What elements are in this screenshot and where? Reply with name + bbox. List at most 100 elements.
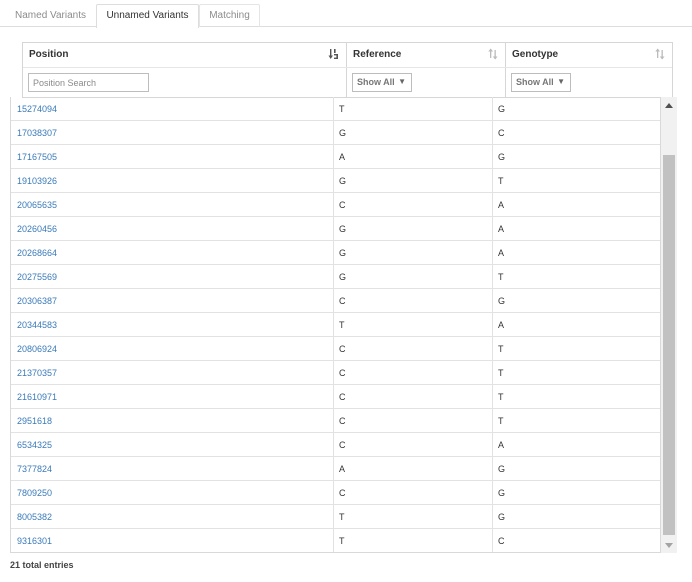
reference-filter-select[interactable]: Show All ▼ bbox=[352, 73, 412, 92]
position-link[interactable]: 21370357 bbox=[17, 361, 57, 385]
genotype-cell: T bbox=[498, 416, 504, 426]
reference-cell: C bbox=[339, 200, 346, 210]
table-row: 17167505 A G bbox=[11, 145, 660, 169]
reference-cell: T bbox=[339, 320, 345, 330]
genotype-cell: G bbox=[498, 152, 506, 162]
reference-cell: G bbox=[339, 224, 347, 234]
reference-cell: A bbox=[339, 152, 346, 162]
position-link[interactable]: 6534325 bbox=[17, 433, 52, 457]
genotype-cell: G bbox=[498, 104, 506, 114]
table-header: Position Reference Genotype Position Sea… bbox=[22, 42, 673, 98]
genotype-cell: T bbox=[498, 368, 504, 378]
table-row: 15274094 T G bbox=[11, 97, 660, 121]
table-row: 21610971 C T bbox=[11, 385, 660, 409]
genotype-cell: G bbox=[498, 464, 506, 474]
genotype-cell: G bbox=[498, 488, 506, 498]
sort-icon[interactable] bbox=[487, 48, 499, 60]
table-row: 20260456 G A bbox=[11, 217, 660, 241]
column-header-reference[interactable]: Reference bbox=[347, 43, 506, 67]
position-link[interactable]: 20806924 bbox=[17, 337, 57, 361]
position-link[interactable]: 17167505 bbox=[17, 145, 57, 169]
genotype-cell: A bbox=[498, 440, 505, 450]
reference-cell: A bbox=[339, 464, 346, 474]
genotype-cell: T bbox=[498, 344, 504, 354]
column-label: Position bbox=[29, 49, 69, 60]
position-link[interactable]: 19103926 bbox=[17, 169, 57, 193]
triangle-up-icon bbox=[665, 103, 673, 108]
position-link[interactable]: 20344583 bbox=[17, 313, 57, 337]
reference-cell: C bbox=[339, 416, 346, 426]
genotype-filter-select[interactable]: Show All ▼ bbox=[511, 73, 571, 92]
position-link[interactable]: 2951618 bbox=[17, 409, 52, 433]
filter-cell-position bbox=[23, 68, 347, 98]
filter-cell-reference: Show All ▼ bbox=[347, 68, 506, 98]
table-row: 6534325 C A bbox=[11, 433, 660, 457]
column-divider bbox=[492, 97, 493, 552]
sort-icon[interactable] bbox=[654, 48, 666, 60]
tab-matching[interactable]: Matching bbox=[199, 4, 260, 27]
table-row: 21370357 C T bbox=[11, 361, 660, 385]
genotype-cell: G bbox=[498, 296, 506, 306]
reference-cell: C bbox=[339, 296, 346, 306]
reference-cell: T bbox=[339, 104, 345, 114]
column-label: Reference bbox=[353, 49, 402, 60]
table-row: 20306387 C G bbox=[11, 289, 660, 313]
tab-bar: Named Variants Unnamed Variants Matching bbox=[0, 0, 692, 28]
tab-named-variants[interactable]: Named Variants bbox=[5, 4, 96, 27]
total-entries-label: 21 total entries bbox=[10, 560, 74, 570]
column-divider bbox=[333, 97, 334, 552]
genotype-cell: C bbox=[498, 128, 505, 138]
position-link[interactable]: 20268664 bbox=[17, 241, 57, 265]
reference-cell: C bbox=[339, 488, 346, 498]
scroll-up-button[interactable] bbox=[661, 97, 677, 113]
position-link[interactable]: 7377824 bbox=[17, 457, 52, 481]
table-row: 20275569 G T bbox=[11, 265, 660, 289]
position-link[interactable]: 9316301 bbox=[17, 529, 52, 552]
table-body: 9316301 T C 8005382 T G 7809250 C G 7377824 A G 6534… bbox=[10, 97, 661, 553]
position-link[interactable]: 7809250 bbox=[17, 481, 52, 505]
table-row: 17038307 G C bbox=[11, 121, 660, 145]
table-row: 20806924 C T bbox=[11, 337, 660, 361]
sort-numeric-asc-icon[interactable] bbox=[328, 48, 340, 60]
position-link[interactable]: 17038307 bbox=[17, 121, 57, 145]
genotype-cell: T bbox=[498, 176, 504, 186]
filter-cell-genotype: Show All ▼ bbox=[506, 68, 672, 98]
chevron-down-icon: ▼ bbox=[557, 77, 565, 86]
genotype-cell: C bbox=[498, 536, 505, 546]
table-row: 7377824 A G bbox=[11, 457, 660, 481]
scroll-down-button[interactable] bbox=[661, 537, 677, 553]
vertical-scrollbar[interactable] bbox=[661, 97, 677, 553]
column-header-position[interactable]: Position bbox=[23, 43, 347, 67]
position-link[interactable]: 20260456 bbox=[17, 217, 57, 241]
table-row: 7809250 C G bbox=[11, 481, 660, 505]
reference-cell: G bbox=[339, 176, 347, 186]
table-row: 20065635 C A bbox=[11, 193, 660, 217]
reference-cell: G bbox=[339, 272, 347, 282]
scrollbar-thumb[interactable] bbox=[663, 155, 675, 535]
column-header-genotype[interactable]: Genotype bbox=[506, 43, 672, 67]
genotype-cell: T bbox=[498, 392, 504, 402]
position-link[interactable]: 20306387 bbox=[17, 289, 57, 313]
reference-cell: C bbox=[339, 392, 346, 402]
reference-cell: C bbox=[339, 440, 346, 450]
genotype-cell: A bbox=[498, 200, 505, 210]
table-row: 2951618 C T bbox=[11, 409, 660, 433]
column-label: Genotype bbox=[512, 49, 559, 60]
position-link[interactable]: 20065635 bbox=[17, 193, 57, 217]
triangle-down-icon bbox=[665, 543, 673, 548]
table-row: 8005382 T G bbox=[11, 505, 660, 529]
reference-cell: G bbox=[339, 248, 347, 258]
position-link[interactable]: 21610971 bbox=[17, 385, 57, 409]
genotype-cell: G bbox=[498, 512, 506, 522]
genotype-cell: A bbox=[498, 248, 505, 258]
position-link[interactable]: 20275569 bbox=[17, 265, 57, 289]
tab-unnamed-variants[interactable]: Unnamed Variants bbox=[96, 4, 199, 28]
position-link[interactable]: 15274094 bbox=[17, 97, 57, 121]
genotype-cell: A bbox=[498, 320, 505, 330]
position-link[interactable]: 8005382 bbox=[17, 505, 52, 529]
position-search-input[interactable] bbox=[28, 73, 149, 92]
select-value: Show All bbox=[516, 77, 554, 87]
reference-cell: C bbox=[339, 344, 346, 354]
reference-cell: C bbox=[339, 368, 346, 378]
reference-cell: T bbox=[339, 536, 345, 546]
